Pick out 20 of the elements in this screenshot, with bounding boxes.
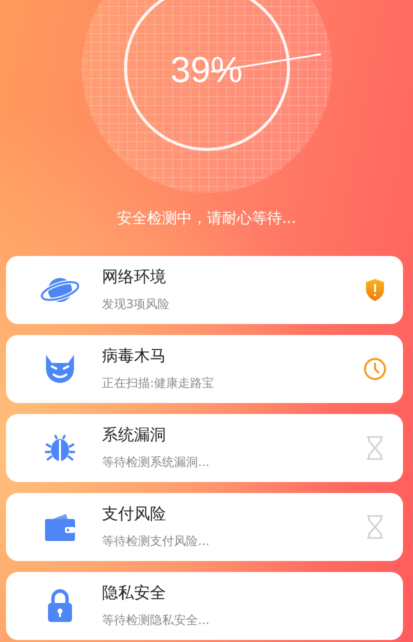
scan-item-subtitle: 等待检测支付风险...	[102, 533, 210, 550]
scan-item-subtitle: 等待检测系统漏洞...	[102, 454, 210, 471]
scan-percentage: 39%	[170, 49, 243, 91]
lock-icon	[47, 589, 73, 623]
scan-item-title: 系统漏洞	[102, 425, 167, 446]
scan-status-text: 安全检测中，请耐心等待...	[116, 209, 296, 228]
warning-shield-icon	[365, 278, 385, 302]
scan-item-title: 网络环境	[102, 267, 167, 288]
scan-item-title: 支付风险	[102, 504, 167, 525]
devil-face-icon	[43, 353, 77, 385]
wallet-icon	[44, 512, 76, 542]
hourglass-icon	[365, 436, 385, 460]
scan-item-subtitle: 发现3项风险	[102, 296, 171, 313]
hourglass-icon	[365, 515, 385, 539]
clock-icon	[363, 357, 387, 381]
scan-item-subtitle: 等待检测隐私安全...	[102, 612, 210, 629]
scan-item-title: 病毒木马	[102, 346, 167, 367]
bug-icon	[44, 432, 76, 464]
scan-item-title: 隐私安全	[102, 583, 167, 604]
scan-item-subtitle: 正在扫描:健康走路宝	[102, 375, 216, 392]
